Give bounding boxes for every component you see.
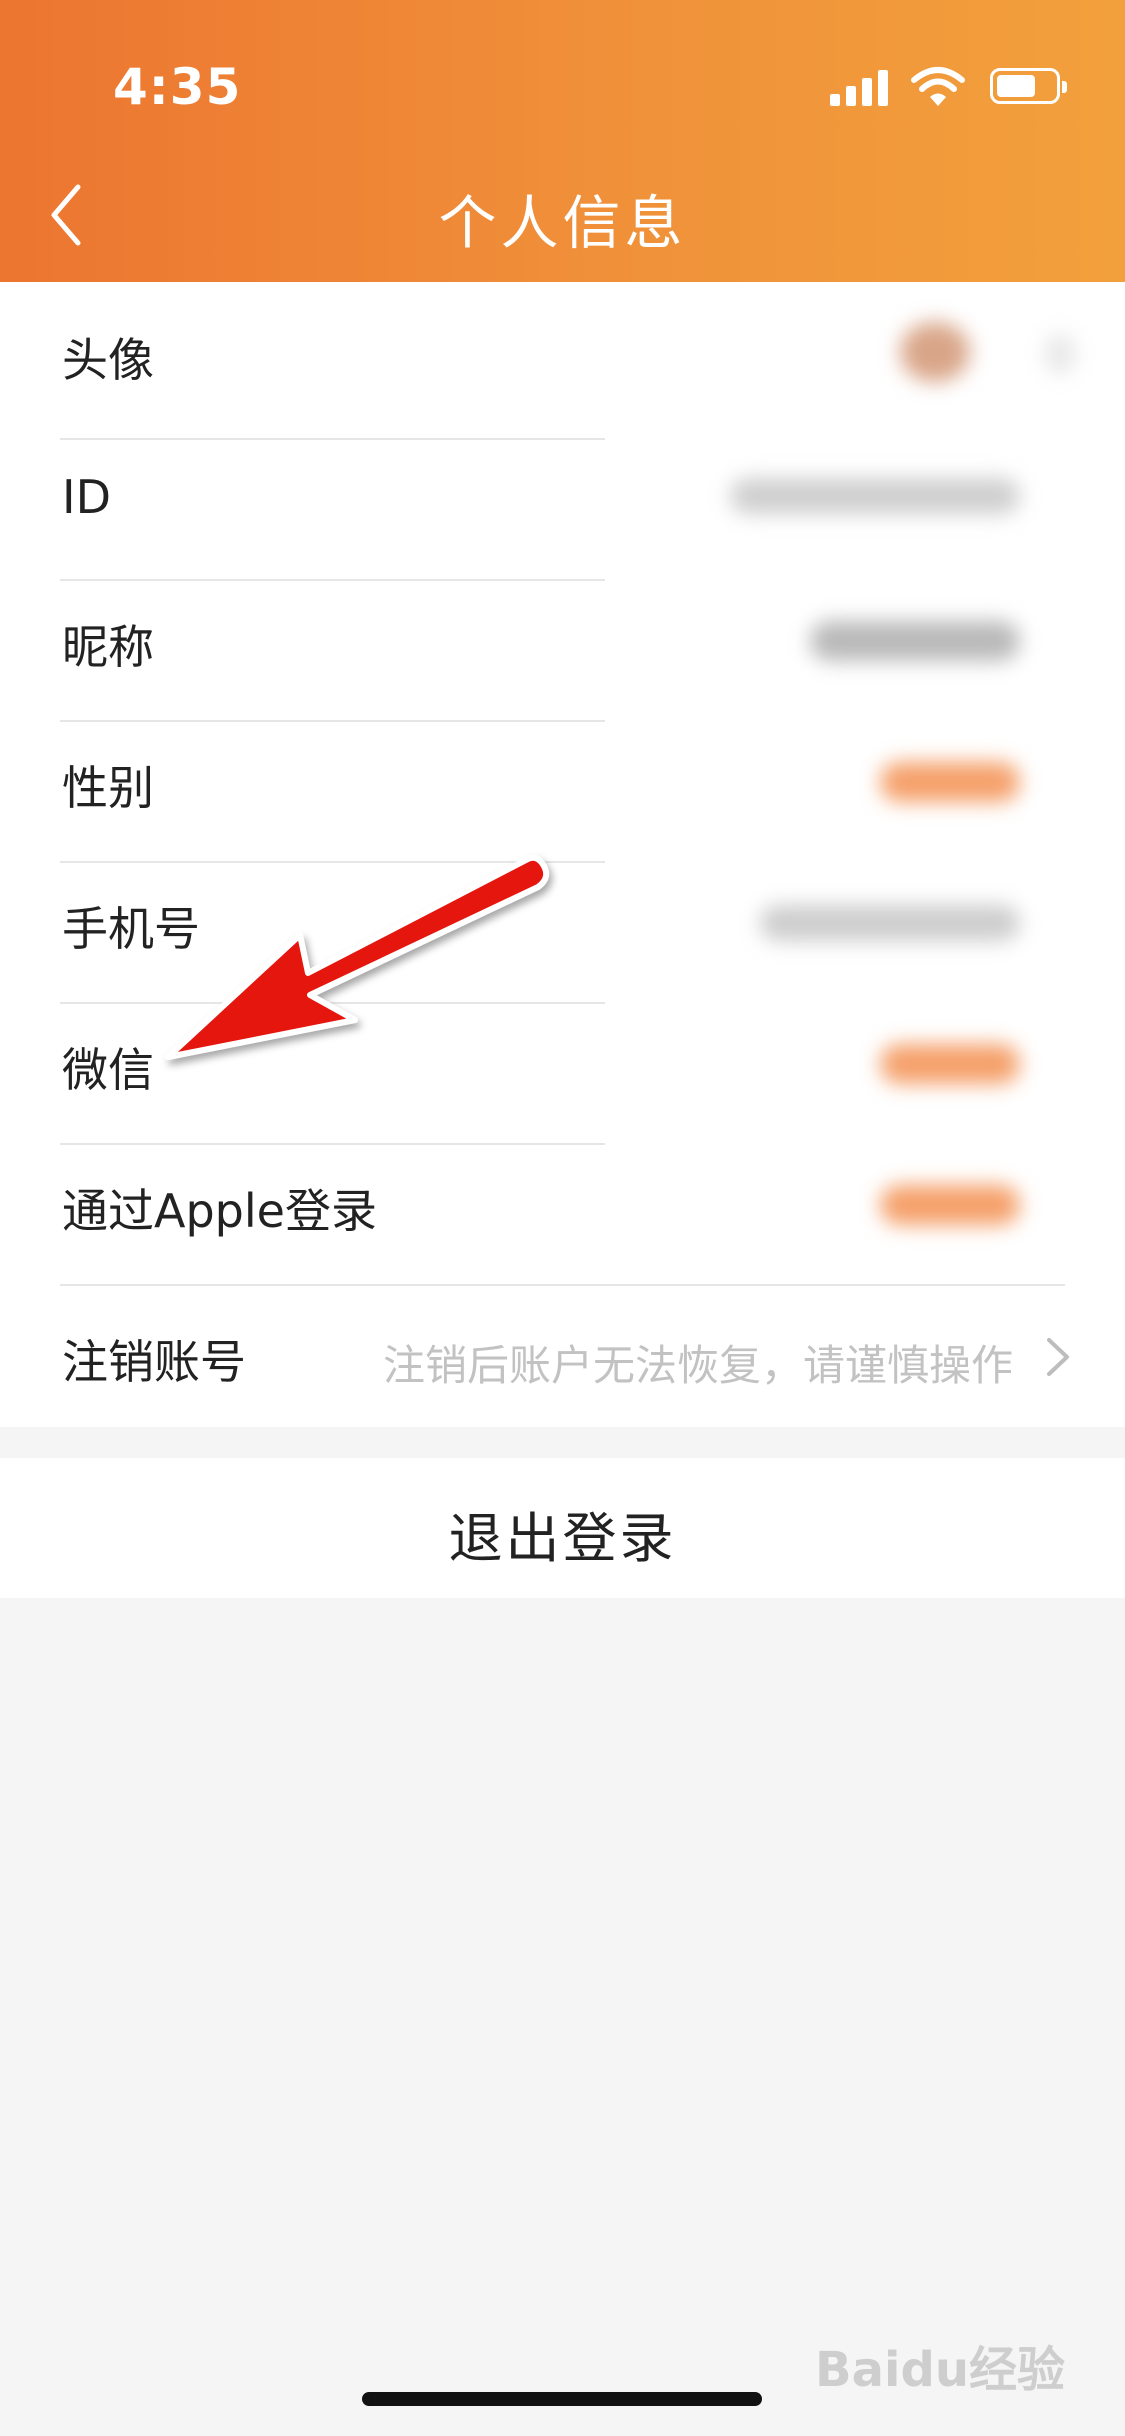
cellular-signal-icon xyxy=(830,66,890,110)
logout-button[interactable]: 退出登录 xyxy=(0,1458,1125,1598)
row-cancel-account[interactable]: 注销账号 注销后账户无法恢复，请谨慎操作 xyxy=(0,1286,1125,1426)
wechat-value xyxy=(880,1044,1020,1084)
id-value xyxy=(730,478,1020,514)
app-header: 4:35 个人信息 xyxy=(0,0,1125,282)
wechat-label: 微信 xyxy=(62,1043,154,1097)
cancel-account-hint: 注销后账户无法恢复，请谨慎操作 xyxy=(382,1341,1013,1390)
status-icons xyxy=(830,66,1070,110)
avatar-image xyxy=(900,322,970,382)
home-indicator[interactable] xyxy=(362,2392,762,2406)
logout-label: 退出登录 xyxy=(448,1507,677,1570)
nickname-value xyxy=(810,621,1020,661)
status-time: 4:35 xyxy=(113,58,242,116)
apple-login-value xyxy=(880,1185,1020,1225)
avatar-label: 头像 xyxy=(62,333,154,387)
row-apple-login[interactable]: 通过Apple登录 xyxy=(0,1145,1125,1285)
cancel-account-label: 注销账号 xyxy=(62,1335,246,1389)
watermark-logo: Baidu经验 xyxy=(815,2342,1065,2398)
id-label: ID xyxy=(62,470,111,524)
chevron-right-icon xyxy=(1047,1338,1069,1376)
nickname-label: 昵称 xyxy=(62,620,154,674)
apple-login-label: 通过Apple登录 xyxy=(62,1184,377,1238)
wifi-icon xyxy=(911,67,965,106)
gender-value xyxy=(880,762,1020,802)
gender-label: 性别 xyxy=(62,761,154,815)
row-gender[interactable]: 性别 xyxy=(0,722,1125,862)
phone-value xyxy=(760,905,1020,941)
page-title: 个人信息 xyxy=(438,189,687,257)
annotation-arrow-icon xyxy=(165,854,550,1060)
battery-icon xyxy=(990,68,1067,104)
row-avatar[interactable]: 头像 xyxy=(0,282,1125,422)
avatar-chevron-blur xyxy=(1045,334,1075,374)
row-nickname[interactable]: 昵称 xyxy=(0,581,1125,721)
row-id[interactable]: ID xyxy=(0,440,1125,580)
